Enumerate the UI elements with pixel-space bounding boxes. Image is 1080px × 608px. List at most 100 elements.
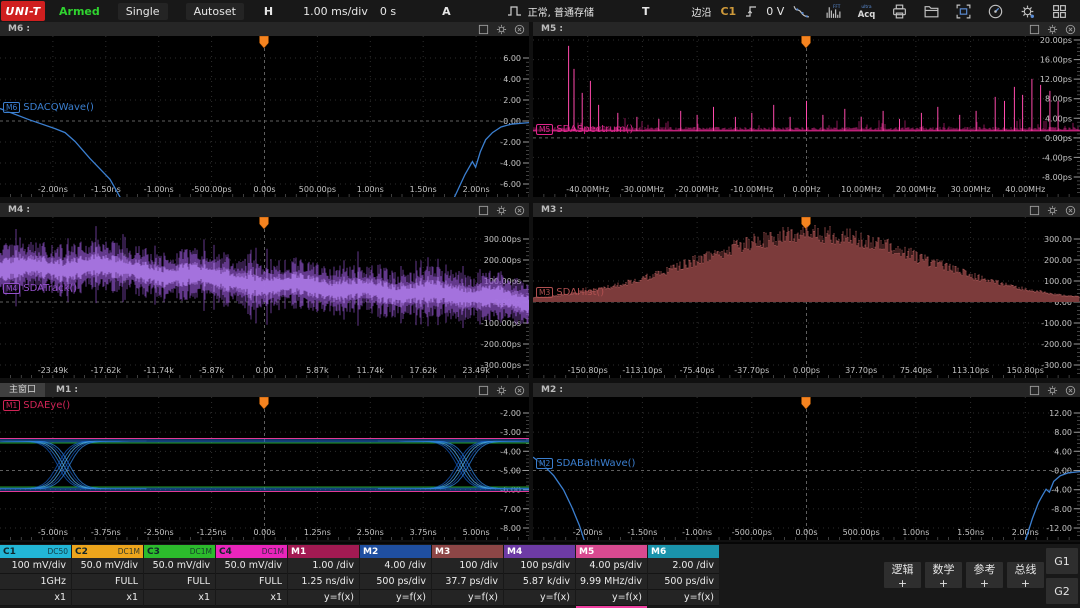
channel-card-M4[interactable]: M4100 ps/div5.87 k/divy=f(x) xyxy=(504,545,575,606)
apps-icon[interactable] xyxy=(1051,3,1068,20)
channel-card-row-1: 9.99 MHz/div xyxy=(576,574,647,590)
fft-icon[interactable]: FFT xyxy=(825,3,842,20)
acquire-ultra-icon[interactable]: ultraAcq xyxy=(857,3,876,20)
channel-card-C3[interactable]: C3DC1M50.0 mV/divFULLx1 xyxy=(144,545,215,606)
channel-card-row-1: 37.7 ps/div xyxy=(432,574,503,590)
trend-icon[interactable] xyxy=(793,3,810,20)
panel-checkbox-icon[interactable] xyxy=(478,385,489,396)
acquire-mode[interactable]: 正常, 普通存储 xyxy=(528,4,594,19)
channel-card-row-2: y=f(x) xyxy=(648,590,719,606)
channel-card-row-1: FULL xyxy=(144,574,215,590)
panel-close-icon[interactable] xyxy=(514,385,525,396)
channel-card-C1[interactable]: C1DC50100 mV/div1GHzx1 xyxy=(0,545,71,606)
svg-text:-0.00: -0.00 xyxy=(1051,467,1072,476)
plot-m1[interactable]: -2.00-3.00-4.00-5.00-6.00-7.00-8.00-5.00… xyxy=(0,397,529,540)
panel-m4-icons xyxy=(478,205,525,216)
trigger-level[interactable]: 0 V xyxy=(766,5,784,18)
svg-text:500.00ps: 500.00ps xyxy=(299,185,336,194)
printer-icon[interactable] xyxy=(891,3,908,20)
panel-m2-title: M2 : xyxy=(537,385,567,395)
panel-m1-title: M1 : xyxy=(52,385,82,395)
svg-text:-4.00: -4.00 xyxy=(1051,486,1072,495)
panel-settings-icon[interactable] xyxy=(496,24,507,35)
trigger-source[interactable]: C1 xyxy=(720,5,736,18)
autoset-button[interactable]: Autoset xyxy=(186,3,244,20)
plot-m6[interactable]: 6.004.002.00-0.00-2.00-4.00-6.00-2.00ns-… xyxy=(0,36,529,197)
panel-close-icon[interactable] xyxy=(514,205,525,216)
channel-card-M1[interactable]: M11.00 /div1.25 ns/divy=f(x) xyxy=(288,545,359,606)
gauge-icon[interactable] xyxy=(987,3,1004,20)
panel-checkbox-icon[interactable] xyxy=(1029,205,1040,216)
brand-logo: UNI-T xyxy=(1,1,45,21)
display-icon[interactable] xyxy=(955,3,972,20)
g1-button[interactable]: G1 xyxy=(1046,548,1078,574)
panel-close-icon[interactable] xyxy=(1065,24,1076,35)
panel-checkbox-icon[interactable] xyxy=(1029,385,1040,396)
svg-text:2.00ns: 2.00ns xyxy=(1012,528,1039,537)
channel-card-C4[interactable]: C4DC1M50.0 mV/divFULLx1 xyxy=(216,545,287,606)
svg-text:30.00MHz: 30.00MHz xyxy=(951,185,991,194)
channel-card-M2[interactable]: M24.00 /div500 ps/divy=f(x) xyxy=(360,545,431,606)
plot-m2[interactable]: 12.008.004.00-0.00-4.00-8.00-12.00-2.00n… xyxy=(533,397,1080,540)
trace-name: SDABathWave() xyxy=(556,458,635,469)
plot-m4[interactable]: 300.00ps200.00ps100.00ps0.00ps-100.00ps-… xyxy=(0,217,529,378)
channel-card-M3[interactable]: M3100 /div37.7 ps/divy=f(x) xyxy=(432,545,503,606)
trace-label-m4[interactable]: M4SDATrack() xyxy=(3,283,77,294)
bus-add-button[interactable]: 总线+ xyxy=(1007,562,1044,588)
channel-card-C2[interactable]: C2DC1M50.0 mV/divFULLx1 xyxy=(72,545,143,606)
trace-label-m2[interactable]: M2SDABathWave() xyxy=(536,458,635,469)
channel-card-row-0: 100 /div xyxy=(432,558,503,574)
math-add-button[interactable]: 数学+ xyxy=(925,562,962,588)
panel-checkbox-icon[interactable] xyxy=(478,24,489,35)
settings-icon[interactable] xyxy=(1019,3,1036,20)
svg-text:-12.00: -12.00 xyxy=(1046,524,1072,533)
channel-id: M4 xyxy=(507,547,522,557)
trigger-type[interactable]: 边沿 xyxy=(691,4,711,19)
panel-close-icon[interactable] xyxy=(1065,385,1076,396)
timebase-value[interactable]: 1.00 ms/div xyxy=(303,5,368,18)
svg-text:12.00: 12.00 xyxy=(1049,409,1072,418)
logic-add-button[interactable]: 逻辑+ xyxy=(884,562,921,588)
svg-text:-500.00ps: -500.00ps xyxy=(732,528,772,537)
panel-checkbox-icon[interactable] xyxy=(1029,24,1040,35)
trace-name: SDACQWave() xyxy=(23,102,94,113)
panel-settings-icon[interactable] xyxy=(1047,205,1058,216)
channel-id: M6 xyxy=(651,547,666,557)
folder-icon[interactable] xyxy=(923,3,940,20)
trace-label-m3[interactable]: M3SDAHist() xyxy=(536,287,604,298)
trace-label-m1[interactable]: M1SDAEye() xyxy=(3,400,70,411)
trace-label-m6[interactable]: M6SDACQWave() xyxy=(3,102,94,113)
panel-settings-icon[interactable] xyxy=(496,205,507,216)
panel-settings-icon[interactable] xyxy=(496,385,507,396)
channel-card-M6[interactable]: M62.00 /div500 ps/divy=f(x) xyxy=(648,545,719,606)
plot-m3[interactable]: 300.00200.00100.000.00-100.00-200.00-300… xyxy=(533,217,1080,378)
rising-edge-icon[interactable] xyxy=(744,4,758,19)
panel-m5-header: M5 : xyxy=(533,22,1080,36)
panel-settings-icon[interactable] xyxy=(1047,24,1058,35)
ref-add-button[interactable]: 参考+ xyxy=(966,562,1003,588)
svg-text:-4.00ps: -4.00ps xyxy=(1042,153,1072,162)
trace-label-m5[interactable]: M5SDASpectrum() xyxy=(536,124,633,135)
svg-text:37.70ps: 37.70ps xyxy=(845,366,877,375)
main-window-tab[interactable]: 主窗口 xyxy=(0,383,45,397)
g2-button[interactable]: G2 xyxy=(1046,578,1078,604)
svg-text:1.00ns: 1.00ns xyxy=(357,185,384,194)
trace-badge: M1 xyxy=(3,400,20,411)
svg-text:200.00: 200.00 xyxy=(1044,256,1072,265)
panel-settings-icon[interactable] xyxy=(1047,385,1058,396)
panel-close-icon[interactable] xyxy=(1065,205,1076,216)
channel-card-header: M4 xyxy=(504,545,575,558)
plot-m5[interactable]: 20.00ps16.00ps12.00ps8.00ps4.00ps0.00ps-… xyxy=(533,36,1080,197)
panel-checkbox-icon[interactable] xyxy=(478,205,489,216)
panel-m4: M4 : 300.00ps200.00ps100.00ps0.00ps-100.… xyxy=(0,203,529,378)
single-button[interactable]: Single xyxy=(118,3,168,20)
svg-text:-3.75ns: -3.75ns xyxy=(91,528,121,537)
channel-card-M5[interactable]: M54.00 ps/div9.99 MHz/divy=f(x) xyxy=(576,545,647,606)
channel-card-header: M6 xyxy=(648,545,719,558)
channel-id: C4 xyxy=(219,547,232,557)
panel-close-icon[interactable] xyxy=(514,24,525,35)
channel-coupling: DC1M xyxy=(190,547,212,556)
channel-coupling: DC1M xyxy=(262,547,284,556)
horizontal-delay-value[interactable]: 0 s xyxy=(380,5,396,18)
topbar: UNI-T Armed Single Autoset H 1.00 ms/div… xyxy=(0,0,1080,22)
